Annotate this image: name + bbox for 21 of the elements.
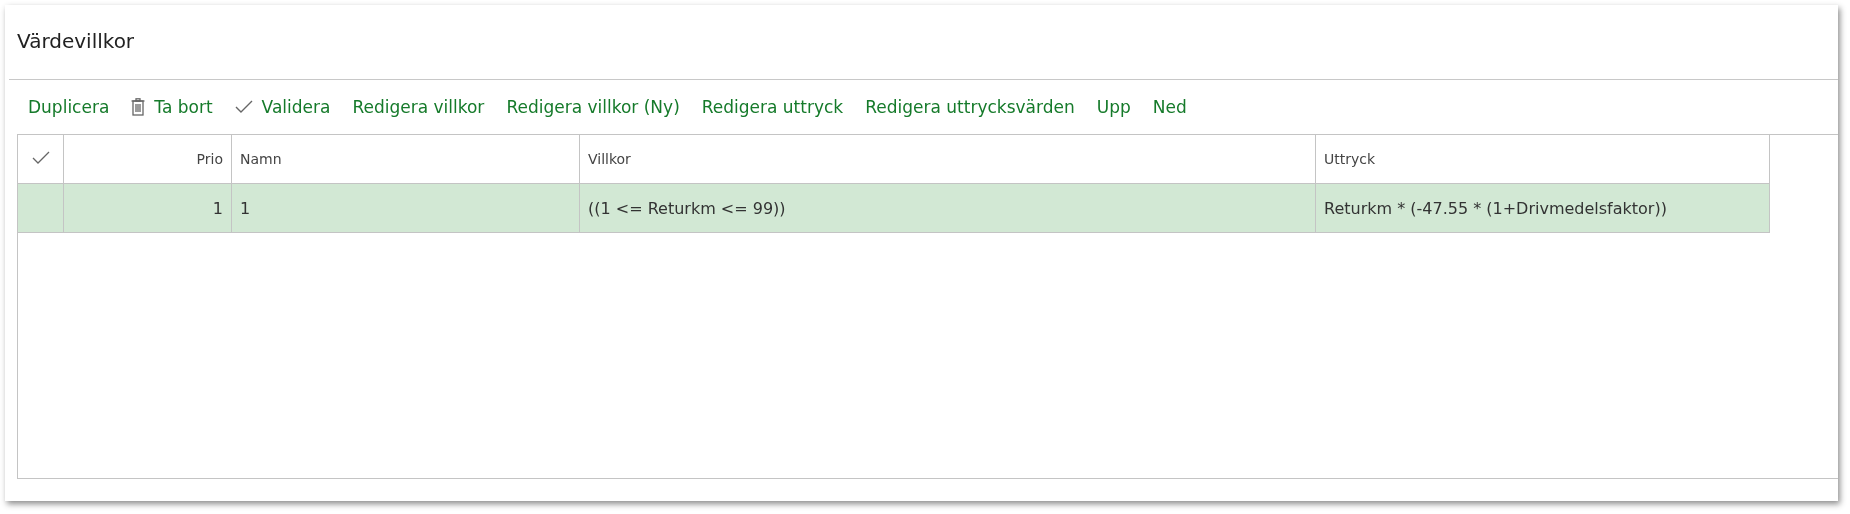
table-cell: Returkm * (-47.55 * (1+Drivmedelsfaktor)) <box>1315 183 1770 233</box>
table-cell: 1 <box>231 183 580 233</box>
toolbar-button[interactable]: Validera <box>234 97 331 117</box>
check-icon <box>234 100 253 114</box>
trash-icon <box>131 98 146 116</box>
toolbar-button[interactable]: Redigera uttryck <box>701 97 844 117</box>
column-header[interactable]: Villkor <box>579 134 1316 184</box>
table-cell: ((1 <= Returkm <= 99)) <box>579 183 1316 233</box>
toolbar-button[interactable]: Redigera villkor <box>352 97 485 117</box>
column-header[interactable]: Namn <box>231 134 580 184</box>
check-icon[interactable] <box>31 150 50 165</box>
toolbar-button[interactable]: Upp <box>1096 97 1131 117</box>
column-header[interactable]: Uttryck <box>1315 134 1770 184</box>
toolbar-button[interactable]: Redigera uttrycksvärden <box>865 97 1075 117</box>
toolbar-button[interactable]: Ta bort <box>131 97 213 117</box>
toolbar-button[interactable]: Duplicera <box>28 97 110 117</box>
table-cell: 1 <box>63 183 232 233</box>
toolbar-button[interactable]: Redigera villkor (Ny) <box>506 97 680 117</box>
panel-title: Värdevillkor <box>16 28 136 55</box>
toolbar-button[interactable]: Ned <box>1152 97 1187 117</box>
column-header[interactable]: Prio <box>63 134 232 184</box>
